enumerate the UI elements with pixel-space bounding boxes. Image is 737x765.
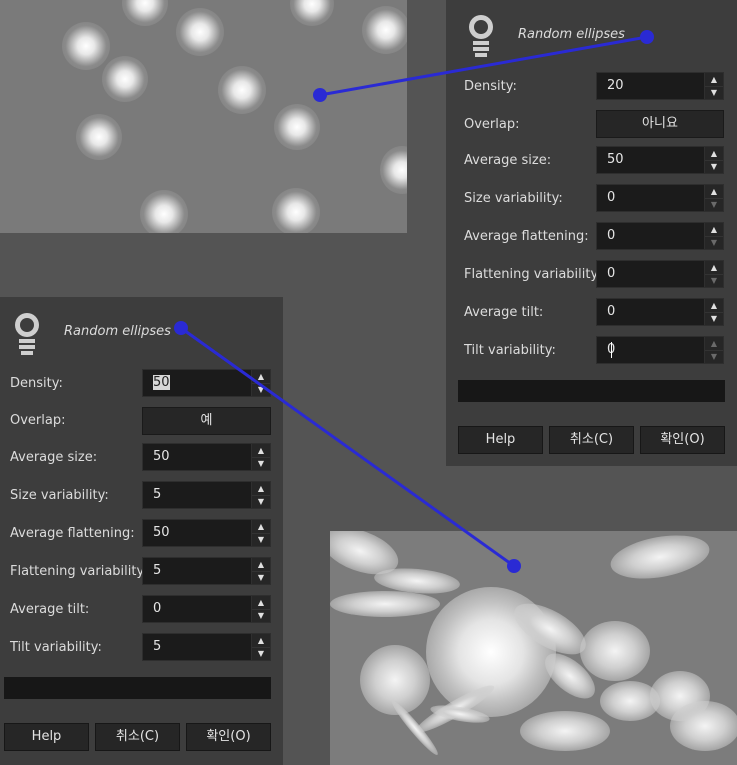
- connector-dot: [313, 88, 327, 102]
- connector-dot: [174, 321, 188, 335]
- connector-lines: [174, 30, 654, 573]
- connector-line-top: [319, 35, 648, 97]
- connector-dot: [507, 559, 521, 573]
- connector-dot: [640, 30, 654, 44]
- connector-line-bottom: [180, 326, 515, 568]
